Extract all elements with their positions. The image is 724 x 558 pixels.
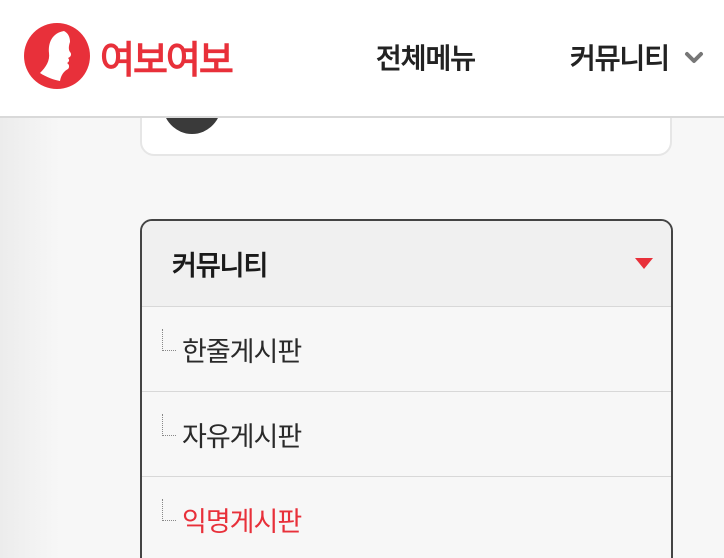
nav-all-menu-label: 전체메뉴 <box>376 42 476 75</box>
community-panel-header[interactable]: 커뮤니티 <box>142 221 671 307</box>
nav-community[interactable]: 커뮤니티 <box>570 36 705 78</box>
board-item-oneline[interactable]: 한줄게시판 <box>142 307 671 392</box>
community-panel: 커뮤니티 한줄게시판 자유게시판 익명게시판 <box>140 219 673 558</box>
site-logo[interactable]: 여보여보 <box>24 23 234 89</box>
nav-community-label: 커뮤니티 <box>570 42 670 75</box>
board-item-free[interactable]: 자유게시판 <box>142 392 671 477</box>
caret-down-icon <box>635 257 653 269</box>
nav-all-menu[interactable]: 전체메뉴 <box>376 36 476 78</box>
brand-name: 여보여보 <box>100 37 234 82</box>
board-item-label: 자유게시판 <box>182 421 302 453</box>
board-item-label: 한줄게시판 <box>182 336 302 368</box>
community-panel-title: 커뮤니티 <box>172 251 268 282</box>
woman-profile-logo-icon <box>24 23 90 89</box>
tree-branch-icon <box>162 499 176 521</box>
tree-branch-icon <box>162 329 176 351</box>
board-item-anonymous[interactable]: 익명게시판 <box>142 477 671 558</box>
page: 여보여보 전체메뉴 커뮤니티 커뮤니티 한줄게시판 자유게시판 익명게시판 <box>0 0 724 558</box>
chevron-down-icon <box>685 52 704 63</box>
site-header: 여보여보 전체메뉴 커뮤니티 <box>0 0 724 118</box>
board-item-label: 익명게시판 <box>182 506 302 538</box>
tree-branch-icon <box>162 414 176 436</box>
